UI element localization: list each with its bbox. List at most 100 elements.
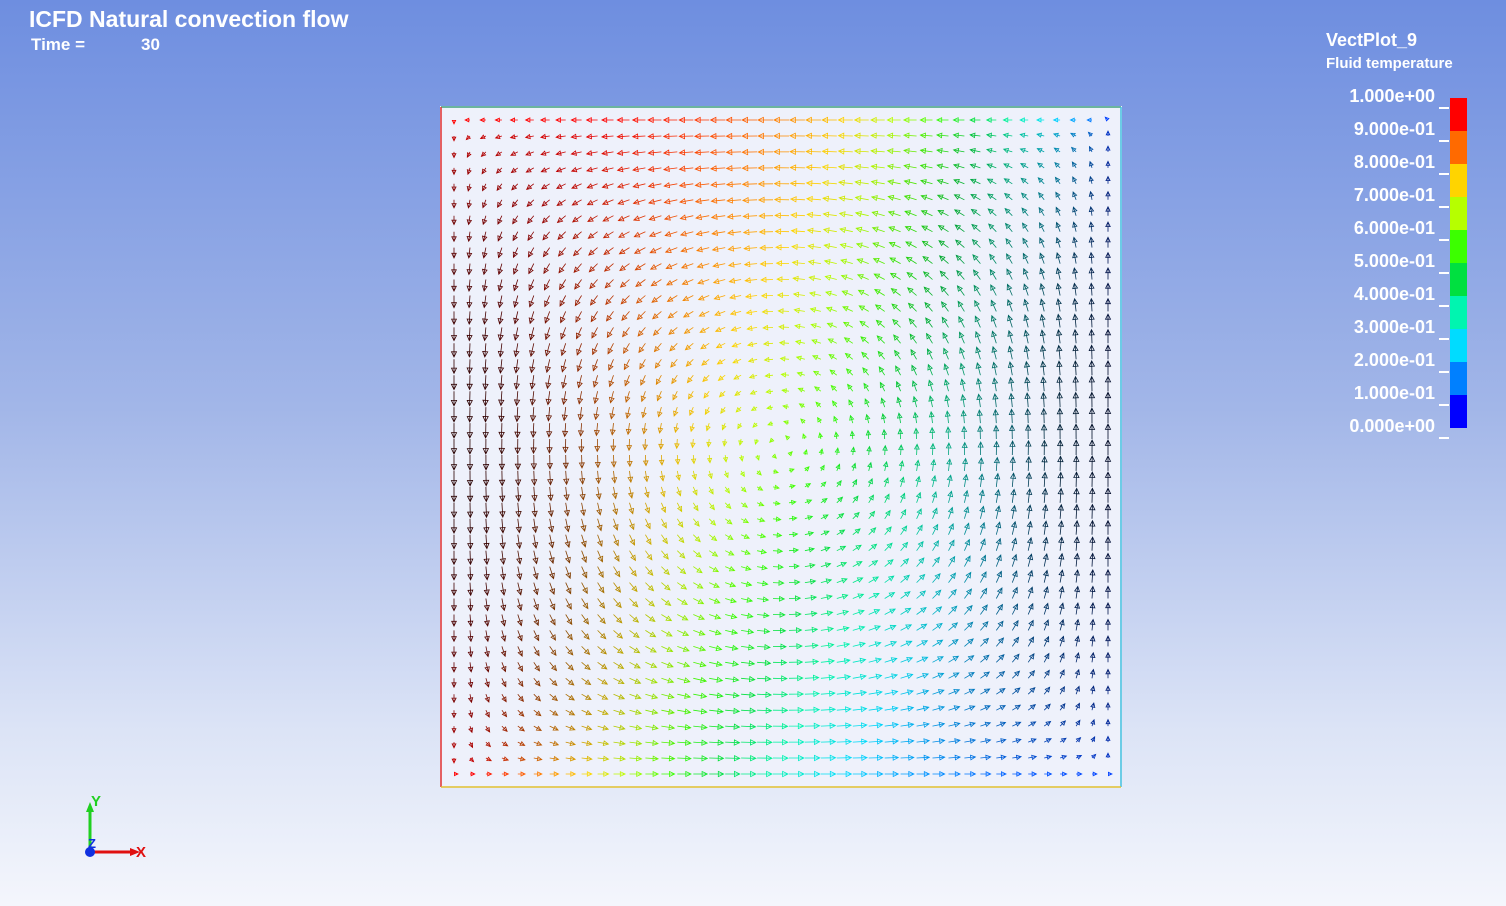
velocity-arrow — [887, 210, 901, 217]
velocity-arrow — [466, 391, 473, 407]
velocity-arrow — [788, 738, 805, 746]
velocity-arrow — [1055, 267, 1062, 280]
velocity-arrow — [1044, 738, 1052, 744]
velocity-arrow — [662, 149, 678, 156]
velocity-arrow — [760, 276, 774, 283]
velocity-arrow — [1023, 329, 1030, 344]
velocity-arrow — [763, 356, 774, 363]
velocity-arrow — [1060, 771, 1068, 777]
velocity-arrow — [1038, 191, 1045, 201]
velocity-arrow — [879, 381, 886, 392]
velocity-arrow — [928, 410, 935, 424]
velocity-arrow — [809, 307, 821, 313]
velocity-arrow — [533, 598, 539, 611]
velocity-arrow — [500, 662, 507, 673]
velocity-arrow — [773, 196, 790, 203]
velocity-arrow — [900, 721, 915, 729]
velocity-arrow — [533, 614, 540, 627]
velocity-arrow — [745, 309, 758, 316]
velocity-arrow — [796, 371, 806, 377]
velocity-arrow — [613, 598, 622, 609]
velocity-arrow — [500, 646, 507, 658]
velocity-arrow — [1072, 236, 1078, 248]
velocity-arrow — [1039, 313, 1046, 328]
velocity-arrow — [661, 598, 672, 606]
velocity-arrow — [852, 609, 865, 616]
velocity-arrow — [1041, 487, 1049, 503]
velocity-arrow — [868, 510, 876, 520]
velocity-arrow — [613, 724, 626, 731]
color-bar-tick-label: 5.000e-01 — [1353, 251, 1435, 271]
velocity-arrow — [725, 628, 739, 635]
velocity-arrow — [549, 755, 560, 762]
velocity-arrow — [1088, 455, 1096, 471]
velocity-arrow — [657, 406, 663, 418]
velocity-arrow — [597, 661, 608, 670]
velocity-arrow — [661, 614, 673, 622]
velocity-arrow — [788, 690, 805, 698]
velocity-arrow — [741, 723, 757, 730]
velocity-arrow — [467, 662, 474, 673]
velocity-arrow — [593, 391, 600, 405]
velocity-arrow — [626, 438, 633, 452]
velocity-arrow — [645, 724, 659, 731]
velocity-arrow — [680, 246, 694, 253]
velocity-arrow — [772, 754, 789, 762]
velocity-arrow — [836, 690, 852, 697]
velocity-arrow — [886, 132, 901, 139]
velocity-arrow — [1024, 376, 1031, 392]
velocity-arrow — [943, 363, 950, 376]
velocity-arrow — [1056, 375, 1063, 392]
velocity-arrow — [921, 240, 933, 248]
velocity-arrow — [466, 502, 474, 519]
velocity-arrow — [485, 756, 493, 762]
color-bar-tick-label: 8.000e-01 — [1353, 152, 1435, 172]
velocity-arrow — [935, 132, 949, 139]
velocity-arrow — [524, 133, 534, 140]
velocity-arrow — [529, 343, 536, 358]
velocity-arrow — [800, 418, 806, 424]
velocity-arrow — [511, 199, 519, 208]
velocity-arrow — [842, 306, 853, 312]
velocity-arrow — [497, 311, 504, 325]
velocity-arrow — [913, 427, 920, 440]
velocity-arrow — [964, 754, 977, 761]
velocity-arrow — [542, 231, 551, 241]
velocity-arrow — [606, 327, 614, 339]
velocity-arrow — [743, 245, 758, 252]
velocity-arrow — [1072, 407, 1080, 424]
velocity-arrow — [932, 606, 943, 615]
velocity-arrow — [758, 228, 774, 235]
velocity-arrow — [700, 342, 710, 350]
velocity-arrow — [804, 658, 820, 665]
velocity-arrow — [497, 279, 504, 292]
velocity-arrow — [1040, 376, 1047, 392]
velocity-arrow — [677, 708, 692, 715]
velocity-arrow — [772, 516, 782, 522]
velocity-arrow — [626, 454, 633, 468]
velocity-arrow — [919, 147, 933, 154]
velocity-arrow — [900, 492, 906, 503]
velocity-arrow — [702, 374, 710, 383]
velocity-arrow — [517, 709, 525, 717]
velocity-arrow — [623, 343, 630, 354]
velocity-arrow — [1024, 407, 1032, 424]
velocity-arrow — [498, 438, 506, 455]
velocity-arrow — [852, 770, 869, 778]
velocity-arrow — [969, 163, 981, 169]
velocity-arrow — [500, 614, 507, 627]
vector-plot-viewport[interactable] — [440, 106, 1122, 788]
velocity-arrow — [450, 470, 458, 487]
velocity-arrow — [876, 335, 885, 344]
velocity-arrow — [515, 486, 522, 503]
velocity-arrow — [709, 770, 725, 778]
velocity-arrow — [1054, 176, 1061, 185]
velocity-arrow — [450, 455, 458, 471]
velocity-arrow — [739, 454, 744, 462]
velocity-arrow — [604, 279, 614, 289]
color-bar-tick-label: 3.000e-01 — [1353, 317, 1435, 337]
velocity-arrow — [1057, 520, 1065, 535]
velocity-arrow — [482, 407, 489, 423]
velocity-arrow — [565, 693, 575, 701]
velocity-arrow — [585, 133, 598, 140]
